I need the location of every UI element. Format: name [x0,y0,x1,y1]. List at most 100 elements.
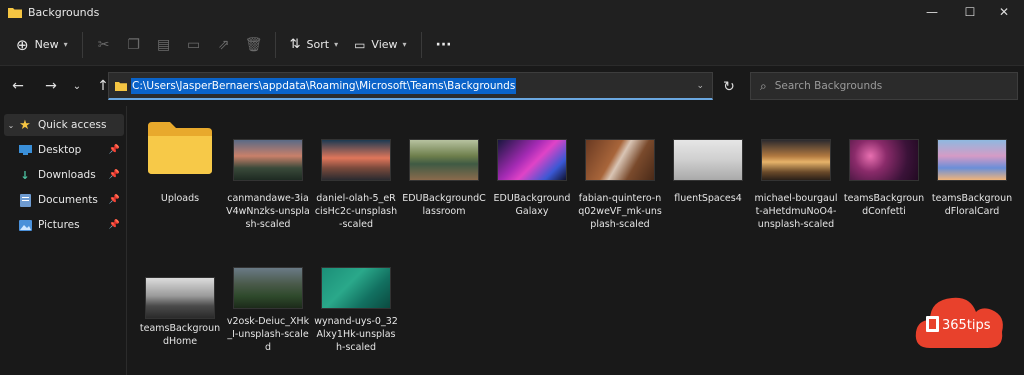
search-field[interactable]: ⌕ Search Backgrounds [750,72,1018,100]
file-name: wynand-uys-0_32Alxy1Hk-unsplash-scaled [314,316,398,353]
maximize-icon: ☐ [964,5,976,19]
forward-arrow-icon: → [45,78,57,94]
chevron-down-icon[interactable]: ⌄ [4,121,18,130]
file-name: EDUBackgroundClassroom [402,193,486,217]
file-item[interactable]: teamsBackgroundConfetti [842,116,926,246]
copy-button[interactable]: ❐ [119,30,149,60]
new-label: New [34,38,59,51]
file-name: canmandawe-3iaV4wNnzks-unsplash-scaled [226,193,310,230]
file-item[interactable]: wynand-uys-0_32Alxy1Hk-unsplash-scaled [314,254,398,364]
file-name: EDUBackgroundGalaxy [493,193,571,217]
image-thumbnail [145,277,215,319]
file-item[interactable]: teamsBackgroundHome [138,254,222,364]
image-thumbnail [497,139,567,181]
pin-icon: 📌 [108,220,120,230]
file-item[interactable]: daniel-olah-5_eRcisHc2c-unsplash-scaled [314,116,398,246]
close-button[interactable]: ✕ [984,0,1024,24]
image-thumbnail [673,139,743,181]
file-name: fluentSpaces4 [674,193,742,204]
chevron-down-icon[interactable]: ⌄ [696,81,704,91]
cut-button[interactable]: ✂ [89,30,119,60]
file-item[interactable]: canmandawe-3iaV4wNnzks-unsplash-scaled [226,116,310,246]
sort-icon: ⇅ [289,37,301,52]
paste-button[interactable]: ▤ [149,30,179,60]
file-item[interactable]: michael-bourgault-aHetdmuNoO4-unsplash-s… [754,116,838,246]
file-item[interactable]: teamsBackgroundFloralCard [930,116,1014,246]
sidebar-item-label: Desktop [38,144,82,156]
file-list: Uploads canmandawe-3iaV4wNnzks-unsplash-… [128,106,1024,375]
file-item[interactable]: v2osk-Deiuc_XHk_I-unsplash-scaled [226,254,310,364]
image-thumbnail [321,267,391,309]
plus-icon: ⊕ [16,35,29,54]
file-name: michael-bourgault-aHetdmuNoO4-unsplash-s… [754,193,838,230]
sidebar-item-label: Quick access [38,119,107,131]
address-path[interactable]: C:\Users\JasperBernaers\appdata\Roaming\… [131,77,517,94]
folder-icon [8,7,22,18]
sidebar-item-quick-access[interactable]: ⌄ ★ Quick access [4,114,124,136]
file-name: teamsBackgroundFloralCard [931,193,1013,217]
sidebar-item-pictures[interactable]: Pictures 📌 [18,214,124,236]
recent-locations-button[interactable]: ⌄ [65,73,89,99]
file-item[interactable]: fabian-quintero-nq02weVF_mk-unsplash-sca… [578,116,662,246]
file-item-uploads[interactable]: Uploads [138,116,222,216]
file-name: teamsBackgroundConfetti [843,193,925,217]
address-bar-row: ← → ⌄ ↑ C:\Users\JasperBernaers\appdata\… [0,66,1024,106]
minimize-icon: — [926,5,938,19]
sort-button[interactable]: ⇅ Sort ▾ [282,30,346,60]
chevron-down-icon: ▾ [334,40,339,49]
address-field[interactable]: C:\Users\JasperBernaers\appdata\Roaming\… [108,72,713,100]
trash-icon: 🗑 [244,36,263,53]
sidebar-item-downloads[interactable]: ↓ Downloads 📌 [18,164,124,186]
command-bar: ⊕ New ▾ ✂ ❐ ▤ ▭ ⇗ 🗑 ⇅ Sort ▾ ▭ View ▾ ··… [0,24,1024,66]
cut-icon: ✂ [97,36,110,53]
brand-logo: 365tips [915,297,1003,348]
more-options-button[interactable]: ··· [428,30,460,60]
minimize-button[interactable]: — [912,0,952,24]
search-icon: ⌕ [760,78,767,93]
sidebar-item-label: Downloads [38,169,96,181]
delete-button[interactable]: 🗑 [239,30,269,60]
documents-icon [18,193,32,207]
file-name: v2osk-Deiuc_XHk_I-unsplash-scaled [226,316,310,353]
more-icon: ··· [435,36,452,53]
close-icon: ✕ [998,5,1010,19]
rename-button[interactable]: ▭ [179,30,209,60]
view-icon: ▭ [354,37,366,52]
sidebar-item-desktop[interactable]: Desktop 📌 [18,139,124,161]
chevron-down-icon: ▾ [63,40,68,49]
chevron-down-icon: ⌄ [72,80,82,92]
paste-icon: ▤ [156,36,171,53]
image-thumbnail [585,139,655,181]
separator [81,31,83,58]
pin-icon: 📌 [108,195,120,205]
share-button[interactable]: ⇗ [209,30,239,60]
file-item[interactable]: EDUBackgroundClassroom [402,116,486,246]
copy-icon: ❐ [127,36,140,53]
back-button[interactable]: ← [6,73,30,99]
new-button[interactable]: ⊕ New ▾ [8,30,76,60]
sidebar-item-label: Pictures [38,219,80,231]
view-label: View [371,38,398,51]
download-icon: ↓ [20,168,30,182]
pin-icon: 📌 [108,170,120,180]
image-thumbnail [233,139,303,181]
share-icon: ⇗ [217,36,230,53]
refresh-icon: ↻ [723,79,735,95]
image-thumbnail [849,139,919,181]
file-item[interactable]: fluentSpaces4 [666,116,750,246]
rename-icon: ▭ [186,36,201,53]
folder-icon [115,81,127,91]
search-placeholder: Search Backgrounds [774,80,883,92]
forward-button[interactable]: → [39,73,63,99]
image-thumbnail [321,139,391,181]
desktop-icon [18,144,32,156]
view-button[interactable]: ▭ View ▾ [346,30,414,60]
file-item[interactable]: EDUBackgroundGalaxy [490,116,574,246]
folder-icon [148,122,212,174]
title-bar: Backgrounds — ☐ ✕ [0,0,1024,24]
star-icon: ★ [19,117,31,133]
sidebar-item-documents[interactable]: Documents 📌 [18,189,124,211]
refresh-button[interactable]: ↻ [716,74,742,100]
image-thumbnail [937,139,1007,181]
file-name: fabian-quintero-nq02weVF_mk-unsplash-sca… [578,193,662,230]
